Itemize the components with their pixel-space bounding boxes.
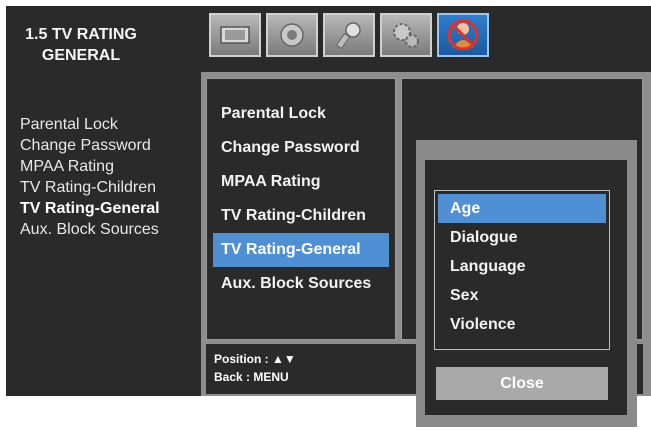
help-item-tv-rating-general: TV Rating-General [20,200,160,217]
tab-settings[interactable] [380,13,432,57]
menu-list: Parental Lock Change Password MPAA Ratin… [213,97,389,301]
sound-icon [280,23,304,47]
menu-item-aux-block-sources[interactable]: Aux. Block Sources [213,267,389,301]
tab-parental-lock[interactable] [437,13,489,57]
rating-options: Age Dialogue Language Sex Violence [438,194,606,339]
menu-item-mpaa-rating[interactable]: MPAA Rating [213,165,389,199]
help-item-aux-block-sources: Aux. Block Sources [20,221,159,238]
tab-picture[interactable] [209,13,261,57]
menu-panel: Parental Lock Change Password MPAA Ratin… [206,78,396,340]
option-dialogue[interactable]: Dialogue [438,223,606,252]
settings-gears-icon [393,23,419,48]
popup-option-list: Age Dialogue Language Sex Violence [434,190,610,350]
help-title-line1: 1.5 TV RATING [25,26,137,43]
menu-item-parental-lock[interactable]: Parental Lock [213,97,389,131]
option-sex[interactable]: Sex [438,281,606,310]
help-panel: 1.5 TV RATING GENERAL Parental Lock Chan… [6,6,201,396]
tab-bar [201,6,651,72]
parental-lock-icon [447,19,479,51]
help-item-tv-rating-children: TV Rating-Children [20,179,157,196]
help-title: 1.5 TV RATING GENERAL [6,24,156,66]
tab-setup[interactable] [323,13,375,57]
menu-item-change-password[interactable]: Change Password [213,131,389,165]
menu-item-tv-rating-general[interactable]: TV Rating-General [213,233,389,267]
picture-icon [220,26,250,44]
menu-item-tv-rating-children[interactable]: TV Rating-Children [213,199,389,233]
tab-sound[interactable] [266,13,318,57]
help-list: Parental Lock Change Password MPAA Ratin… [20,114,160,240]
hint-position: Position : ▲▼ [214,352,296,366]
setup-icon [335,22,361,50]
hint-back: Back : MENU [214,370,289,384]
option-language[interactable]: Language [438,252,606,281]
help-title-line2: GENERAL [41,47,121,64]
close-button[interactable]: Close [436,367,608,400]
help-item-change-password: Change Password [20,137,151,154]
help-item-mpaa-rating: MPAA Rating [20,158,114,175]
option-age[interactable]: Age [438,194,606,223]
option-violence[interactable]: Violence [438,310,606,339]
help-item-parental-lock: Parental Lock [20,116,118,133]
